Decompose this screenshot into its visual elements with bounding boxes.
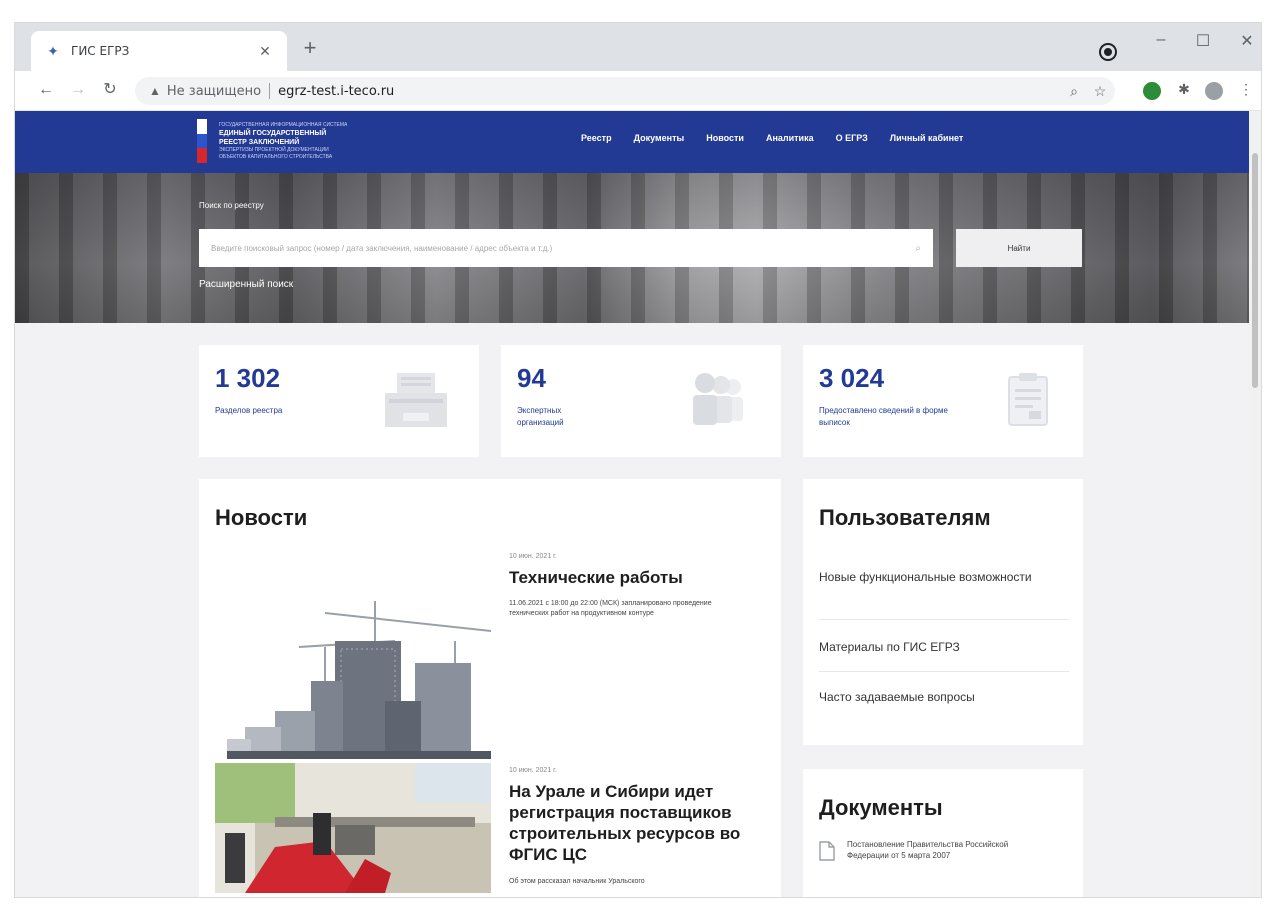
news-description: 11.06.2021 с 18:00 до 22:00 (МСК) заплан… <box>509 600 712 617</box>
nav-item-analytics[interactable]: Аналитика <box>766 133 814 143</box>
address-separator <box>269 83 271 99</box>
search-input[interactable] <box>211 243 916 253</box>
document-link[interactable]: Постановление Правительства Российской Ф… <box>847 839 1027 861</box>
logo-line-2: РЕЕСТР ЗАКЛЮЧЕНИЙ <box>219 138 300 146</box>
search-label: Поиск по реестру <box>199 201 264 210</box>
documents-card: Документы Постановление Правительства Ро… <box>803 769 1083 897</box>
close-window-icon[interactable]: ✕ <box>1235 31 1259 51</box>
news-date: 10 июн. 2021 г. <box>509 767 557 774</box>
users-link-materials[interactable]: Материалы по ГИС ЕГРЗ <box>819 639 1059 656</box>
page-viewport: ГОСУДАРСТВЕННАЯ ИНФОРМАЦИОННАЯ СИСТЕМА Е… <box>15 111 1251 897</box>
divider <box>819 619 1069 620</box>
zoom-icon[interactable]: ⌕ <box>1065 83 1083 100</box>
scrollbar-thumb[interactable] <box>1252 153 1258 388</box>
main-nav: Реестр Документы Новости Аналитика О ЕГР… <box>581 133 963 143</box>
close-tab-icon[interactable]: ✕ <box>257 43 273 60</box>
account-avatar-icon[interactable] <box>1205 82 1223 100</box>
users-link-faq[interactable]: Часто задаваемые вопросы <box>819 689 1059 706</box>
profile-indicator-icon[interactable] <box>1101 45 1115 59</box>
warning-icon[interactable]: ▲ <box>149 84 161 98</box>
address-bar[interactable]: ▲ Не защищено egrz-test.i-teco.ru ⌕ ☆ <box>135 77 1115 105</box>
minimize-icon[interactable]: – <box>1149 31 1173 49</box>
flag-stripe-red <box>197 148 207 164</box>
users-link-new-features[interactable]: Новые функциональные возможности <box>819 569 1059 586</box>
news-title[interactable]: На Урале и Сибири идет регистрация поста… <box>509 781 769 865</box>
extension-green-icon[interactable] <box>1143 82 1161 100</box>
browser-toolbar: ← → ↻ ▲ Не защищено egrz-test.i-teco.ru … <box>15 71 1261 111</box>
logo-text: ГОСУДАРСТВЕННАЯ ИНФОРМАЦИОННАЯ СИСТЕМА Е… <box>219 119 347 163</box>
url-text[interactable]: egrz-test.i-teco.ru <box>278 84 394 99</box>
logo-caption-2: ОБЪЕКТОВ КАПИТАЛЬНОГО СТРОИТЕЛЬСТВА <box>219 153 333 160</box>
stat-value: 3 024 <box>819 363 885 393</box>
back-icon[interactable]: ← <box>35 80 57 100</box>
users-card: Пользователям Новые функциональные возмо… <box>803 479 1083 745</box>
stat-card-expert-orgs[interactable]: 94 Экспертных организаций <box>501 345 781 457</box>
news-image-construction[interactable] <box>215 571 491 759</box>
forward-icon[interactable]: → <box>67 80 89 100</box>
site-logo[interactable]: ГОСУДАРСТВЕННАЯ ИНФОРМАЦИОННАЯ СИСТЕМА Е… <box>197 119 347 164</box>
nav-item-documents[interactable]: Документы <box>634 133 685 143</box>
eagle-favicon-icon: ✦ <box>47 43 59 59</box>
maximize-icon[interactable]: ☐ <box>1191 31 1215 51</box>
tab-strip: ✦ ГИС ЕГРЗ ✕ + – ☐ ✕ <box>15 23 1261 71</box>
nav-item-about[interactable]: О ЕГРЗ <box>836 133 868 143</box>
flag-icon <box>197 119 207 164</box>
file-icon <box>819 841 835 861</box>
flag-stripe-blue <box>197 133 207 149</box>
divider <box>819 671 1069 672</box>
documents-heading: Документы <box>819 795 943 820</box>
news-heading: Новости <box>215 505 308 530</box>
site-header: ГОСУДАРСТВЕННАЯ ИНФОРМАЦИОННАЯ СИСТЕМА Е… <box>15 111 1251 173</box>
news-card: Новости 10 июн. 2021 г. Технические рабо… <box>199 479 781 897</box>
page-scrollbar[interactable] <box>1249 111 1261 897</box>
advanced-search-link[interactable]: Расширенный поиск <box>199 279 293 290</box>
find-button[interactable]: Найти <box>956 229 1082 267</box>
new-tab-icon[interactable]: + <box>299 37 321 59</box>
news-title[interactable]: Технические работы <box>509 567 769 588</box>
news-image-meeting[interactable] <box>215 763 491 893</box>
browser-tab[interactable]: ✦ ГИС ЕГРЗ ✕ <box>31 31 287 71</box>
search-box[interactable]: ⌕ <box>199 229 933 267</box>
news-description: Об этом рассказал начальник Уральского <box>509 878 645 885</box>
reload-icon[interactable]: ↻ <box>99 80 121 100</box>
logo-caption-top: ГОСУДАРСТВЕННАЯ ИНФОРМАЦИОННАЯ СИСТЕМА <box>219 121 348 128</box>
tab-title: ГИС ЕГРЗ <box>71 44 130 58</box>
logo-line-1: ЕДИНЫЙ ГОСУДАРСТВЕННЫЙ <box>219 129 327 137</box>
search-icon[interactable]: ⌕ <box>915 243 921 254</box>
hero-search-banner: Поиск по реестру ⌕ Найти Расширенный пои… <box>15 173 1251 323</box>
browser-window: ✦ ГИС ЕГРЗ ✕ + – ☐ ✕ ← → ↻ ▲ Не защищено… <box>14 22 1262 898</box>
stat-label: Экспертных организаций <box>517 406 564 427</box>
people-icon <box>693 373 743 425</box>
extensions-puzzle-icon[interactable]: ✱ <box>1175 81 1193 98</box>
nav-item-account[interactable]: Личный кабинет <box>890 133 964 143</box>
security-label[interactable]: Не защищено <box>167 84 261 99</box>
logo-caption-1: ЭКСПЕРТИЗЫ ПРОЕКТНОЙ ДОКУМЕНТАЦИИ <box>219 146 329 153</box>
flag-stripe-white <box>197 119 207 134</box>
stat-label: Предоставлено сведений в форме выписок <box>819 406 948 427</box>
users-heading: Пользователям <box>819 505 991 530</box>
stat-value: 94 <box>517 363 546 393</box>
stat-label: Разделов реестра <box>215 406 283 415</box>
bookmark-star-icon[interactable]: ☆ <box>1091 83 1109 100</box>
nav-item-news[interactable]: Новости <box>706 133 744 143</box>
printer-icon <box>385 373 447 427</box>
document-icon <box>1008 373 1048 426</box>
nav-item-registry[interactable]: Реестр <box>581 133 612 143</box>
stat-value: 1 302 <box>215 363 281 393</box>
stat-card-extracts[interactable]: 3 024 Предоставлено сведений в форме вып… <box>803 345 1083 457</box>
menu-kebab-icon[interactable]: ⋮ <box>1237 81 1255 98</box>
stat-card-registry-sections[interactable]: 1 302 Разделов реестра <box>199 345 479 457</box>
news-date: 10 июн. 2021 г. <box>509 553 557 560</box>
